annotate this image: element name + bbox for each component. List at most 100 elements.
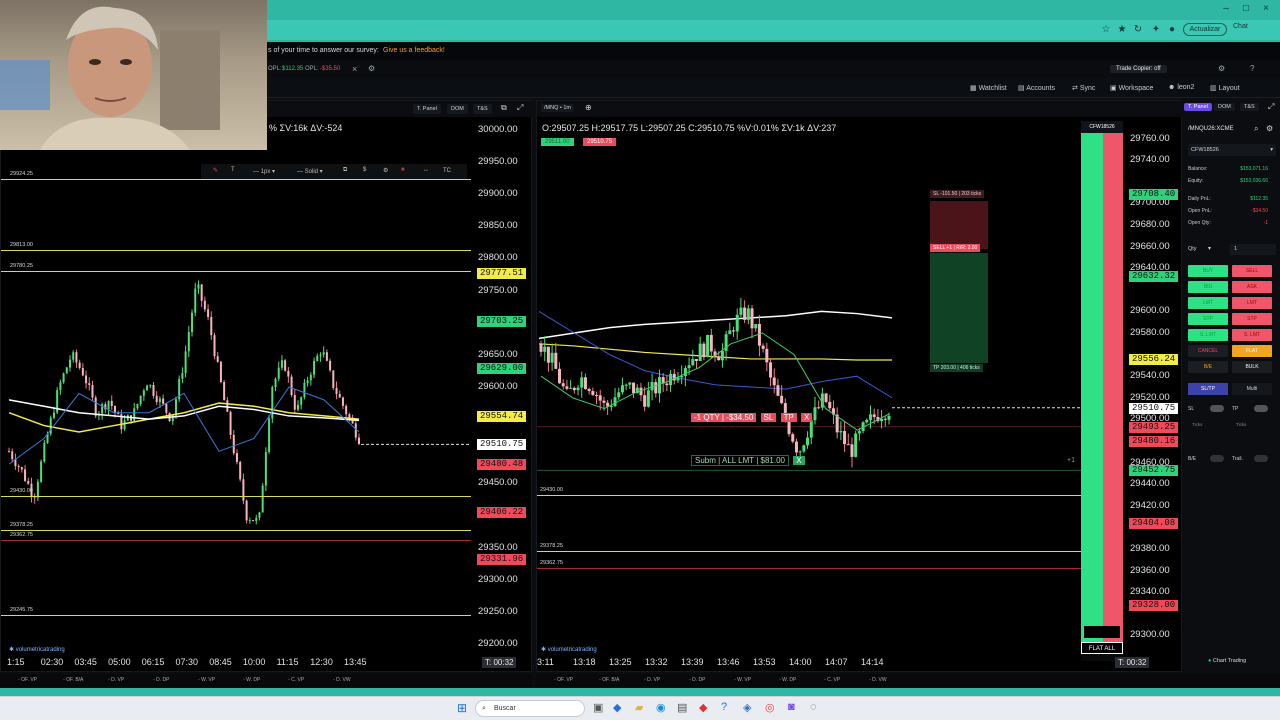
right-order-button-bulk[interactable]: BULK [1232,361,1272,373]
indicator-toggle[interactable]: ◦ OF. VP [18,677,37,683]
indicator-toggle[interactable]: ◦ D. VW [869,677,887,683]
dom-ask-column[interactable] [1103,121,1123,651]
settings-icon[interactable]: ⚙ [1218,64,1225,73]
store-icon[interactable]: ▤ [677,701,687,714]
right-order-button-slmt[interactable]: S. LMT [1232,329,1272,341]
flat-all-button[interactable]: FLAT ALL [1081,642,1123,654]
expand-icon[interactable]: ⤢ [1268,102,1274,112]
right-order-button-sell[interactable]: SELL [1232,265,1272,277]
tab-tpanel[interactable]: T. Panel [413,104,441,114]
position-sl-button[interactable]: SL [760,413,777,422]
left-candles[interactable] [1,117,471,657]
update-button[interactable]: Actualizar [1183,23,1227,36]
chart-trading-toggle[interactable]: ● Chart Trading [1208,658,1246,664]
left-price-axis[interactable]: 30000.00 29950.00 29900.00 29850.00 29800.00… [473,117,531,657]
layout-button[interactable]: ▥ Layout [1210,84,1240,92]
right-chart-panel[interactable]: /MNQ • 1m ⊕ O:29507.25 H:29517.75 L:2950… [536,100,1183,672]
left-chart-panel[interactable]: T. Panel DOM T&S ⧉ ⤢ % ΣV:16k ΔV:-524 ✎ … [0,100,533,672]
accounts-button[interactable]: ▤ Accounts [1018,84,1055,92]
app5-icon[interactable]: ◌ [810,701,817,713]
app-icon[interactable]: ◆ [613,701,621,714]
app2-icon[interactable]: ◆ [699,701,707,714]
indicator-toggle[interactable]: ◦ W. DP [243,677,260,683]
entry-label[interactable]: SELL +1 | R/R: 2.00 [930,244,981,252]
sync-button[interactable]: ⇄ Sync [1072,84,1095,92]
account-select[interactable]: CFW18526 ▾ [1188,144,1276,156]
right-order-button-lmt[interactable]: LMT [1232,297,1272,309]
chrome-icon[interactable]: ◎ [765,701,775,714]
tab-tas[interactable]: T&S [1240,103,1259,111]
dom-ladder[interactable]: CFW18526 FLAT ALL [1081,121,1123,661]
right-time-axis[interactable]: 3:11 13:18 13:25 13:32 13:39 13:46 13:53 14:00 1… [537,656,1081,670]
tab-tas[interactable]: T&S [473,104,492,114]
survey-link[interactable]: Give us a feedback! [383,42,445,60]
symbol-select[interactable]: /MNQ • 1m [541,104,574,112]
expand-icon[interactable]: ⤢ [517,103,523,113]
tab-tpanel[interactable]: T. Panel [1184,103,1212,111]
extensions-icon[interactable]: ✦ [1150,24,1162,36]
dom-bid-column[interactable] [1081,121,1103,651]
indicator-toggle[interactable]: ◦ D. DP [689,677,706,683]
left-order-button-lmt[interactable]: LMT [1188,297,1228,309]
help-icon[interactable]: ? [1250,64,1254,73]
edge-icon[interactable]: ◉ [656,701,666,714]
indicator-toggle[interactable]: ◦ C. VP [288,677,304,683]
add-icon[interactable]: ⊕ [585,103,592,112]
sl-label[interactable]: SL -101.50 | 203 ticks [930,190,985,198]
right-candles[interactable] [537,117,1081,657]
multi-tab[interactable]: Multi [1232,383,1272,395]
left-order-button-buy[interactable]: BUY [1188,265,1228,277]
right-price-axis[interactable]: 29760.00 29740.00 29700.00 29680.00 29660.00… [1125,117,1181,657]
indicator-toggle[interactable]: ◦ D. VP [644,677,660,683]
file-explorer-icon[interactable]: ▰ [635,701,643,714]
left-order-button-cancel[interactable]: CANCEL [1188,345,1228,357]
search-icon[interactable]: ⌕ [1254,124,1258,134]
indicator-toggle[interactable]: ◦ OF. B/A [63,677,83,683]
indicator-toggle[interactable]: ◦ OF. B/A [599,677,619,683]
left-order-button-bid[interactable]: BID [1188,281,1228,293]
app4-icon[interactable]: ◙ [788,701,795,713]
maximize-icon[interactable]: □ [1240,3,1252,15]
tp-toggle[interactable] [1254,405,1268,412]
trail-toggle[interactable] [1254,455,1268,462]
taskbar-search[interactable]: ⌕ Buscar [475,700,585,717]
indicator-toggle[interactable]: ◦ D. DP [153,677,170,683]
right-order-button-stp[interactable]: STP [1232,313,1272,325]
indicator-toggle[interactable]: ◦ D. VW [333,677,351,683]
position-tp-button[interactable]: TP [780,413,797,422]
be-toggle[interactable] [1210,455,1224,462]
tp-label[interactable]: TP 203.00 | 406 ticks [930,364,983,372]
tab-dom[interactable]: DOM [447,104,468,114]
indicator-toggle[interactable]: ◦ W. DP [779,677,796,683]
indicator-toggle[interactable]: ◦ D. VP [108,677,124,683]
app3-icon[interactable]: ◈ [743,701,751,714]
help-icon[interactable]: ? [721,701,727,713]
sltp-tab[interactable]: SL/TP [1188,383,1228,395]
gear-icon[interactable]: ⚙ [368,64,375,73]
bookmark-icon[interactable]: ☆ [1100,24,1112,36]
workspace-button[interactable]: ▣ Workspace [1110,84,1153,92]
close-icon[interactable]: × [352,64,357,74]
gear-icon[interactable]: ⚙ [1266,124,1273,133]
position-line[interactable]: -1 QTY | -$34.50 SL TP X [691,412,813,424]
right-order-button-flat[interactable]: FLAT [1232,345,1272,357]
windows-start-icon[interactable]: ⊞ [457,701,467,715]
right-order-button-ask[interactable]: ASK [1232,281,1272,293]
indicator-toggle[interactable]: ◦ W. VP [734,677,751,683]
tab-dom[interactable]: DOM [1214,103,1235,111]
sl-toggle[interactable] [1210,405,1224,412]
refresh-icon[interactable]: ↻ [1132,24,1144,36]
minimize-icon[interactable]: – [1220,3,1232,15]
left-order-button-slmt[interactable]: S. LMT [1188,329,1228,341]
indicator-toggle[interactable]: ◦ OF. VP [554,677,573,683]
chat-button[interactable]: Chat [1233,23,1248,30]
chevron-down-icon[interactable]: ▾ [1208,245,1211,252]
pending-cancel-button[interactable]: X [793,456,805,465]
user-button[interactable]: ☻ leon2 [1168,84,1194,91]
position-close-button[interactable]: X [801,413,813,422]
take-profit-zone[interactable] [930,253,988,363]
task-view-icon[interactable]: ▣ [593,701,603,714]
close-icon[interactable]: × [1260,3,1272,15]
indicator-toggle[interactable]: ◦ W. VP [198,677,215,683]
left-order-button-be[interactable]: B/E [1188,361,1228,373]
